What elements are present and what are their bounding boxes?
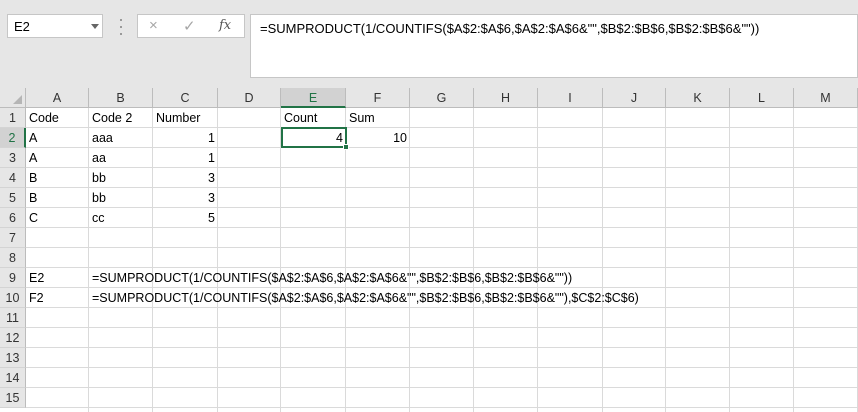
fill-handle[interactable] (343, 144, 349, 150)
cell-b3[interactable]: aa (89, 148, 153, 168)
cell-f1[interactable]: Sum (346, 108, 410, 128)
cell-c2[interactable]: 1 (153, 128, 218, 148)
cell-b10[interactable]: =SUMPRODUCT(1/COUNTIFS($A$2:$A$6,$A$2:$A… (89, 288, 639, 308)
row-gridline (26, 347, 858, 348)
cell-a3[interactable]: A (26, 148, 89, 168)
cell-a2[interactable]: A (26, 128, 89, 148)
row-gridline (26, 387, 858, 388)
column-header-d[interactable]: D (218, 88, 281, 108)
row-header-10[interactable]: 10 (0, 288, 26, 308)
column-header-m[interactable]: M (794, 88, 858, 108)
cell-a10[interactable]: F2 (26, 288, 89, 308)
row-header-15[interactable]: 15 (0, 388, 26, 408)
name-box[interactable]: E2 (7, 14, 103, 38)
row-header-7[interactable]: 7 (0, 228, 26, 248)
row-gridline (26, 407, 858, 408)
select-all-triangle-icon (13, 95, 22, 104)
insert-function-icon[interactable]: fx (219, 18, 231, 33)
cell-b9[interactable]: =SUMPRODUCT(1/COUNTIFS($A$2:$A$6,$A$2:$A… (89, 268, 572, 288)
cell-b4[interactable]: bb (89, 168, 153, 188)
column-header-i[interactable]: I (538, 88, 603, 108)
row-header-1[interactable]: 1 (0, 108, 26, 128)
worksheet-grid[interactable]: A B C D E F G H I J K L M 1 2 3 4 5 6 7 8 9 10 11 12 13 14 15 Code Co… (0, 88, 858, 412)
row-header-3[interactable]: 3 (0, 148, 26, 168)
cell-b6[interactable]: cc (89, 208, 153, 228)
cell-c1[interactable]: Number (153, 108, 218, 128)
cell-a6[interactable]: C (26, 208, 89, 228)
column-header-j[interactable]: J (603, 88, 666, 108)
row-header-8[interactable]: 8 (0, 248, 26, 268)
row-header-13[interactable]: 13 (0, 348, 26, 368)
cell-a1[interactable]: Code (26, 108, 89, 128)
formula-text: =SUMPRODUCT(1/COUNTIFS($A$2:$A$6,$A$2:$A… (260, 21, 760, 36)
cell-b5[interactable]: bb (89, 188, 153, 208)
column-header-a[interactable]: A (26, 88, 89, 108)
formula-bar-area: E2 × ✓ fx =SUMPRODUCT(1/COUNTIFS($A$2:$A… (0, 0, 858, 88)
row-header-5[interactable]: 5 (0, 188, 26, 208)
cell-b2[interactable]: aaa (89, 128, 153, 148)
row-header-11[interactable]: 11 (0, 308, 26, 328)
cancel-icon[interactable]: × (149, 17, 158, 34)
column-header-k[interactable]: K (666, 88, 730, 108)
formula-buttons: × ✓ fx (137, 14, 245, 38)
row-header-9[interactable]: 9 (0, 268, 26, 288)
row-gridline (26, 247, 858, 248)
name-box-value: E2 (14, 19, 30, 34)
row-header-6[interactable]: 6 (0, 208, 26, 228)
active-cell-border (281, 127, 347, 148)
cell-e1[interactable]: Count (281, 108, 346, 128)
cell-c6[interactable]: 5 (153, 208, 218, 228)
select-all-button[interactable] (0, 88, 26, 108)
column-header-g[interactable]: G (410, 88, 474, 108)
cell-a9[interactable]: E2 (26, 268, 89, 288)
cell-c3[interactable]: 1 (153, 148, 218, 168)
cell-a5[interactable]: B (26, 188, 89, 208)
cell-c5[interactable]: 3 (153, 188, 218, 208)
row-header-4[interactable]: 4 (0, 168, 26, 188)
row-gridline (26, 367, 858, 368)
column-header-e[interactable]: E (281, 88, 346, 108)
drag-handle-icon[interactable] (118, 14, 124, 38)
column-header-l[interactable]: L (730, 88, 794, 108)
enter-icon[interactable]: ✓ (183, 17, 196, 35)
cell-b1[interactable]: Code 2 (89, 108, 153, 128)
row-header-14[interactable]: 14 (0, 368, 26, 388)
formula-input[interactable]: =SUMPRODUCT(1/COUNTIFS($A$2:$A$6,$A$2:$A… (250, 14, 858, 78)
column-header-f[interactable]: F (346, 88, 410, 108)
column-header-c[interactable]: C (153, 88, 218, 108)
cell-a4[interactable]: B (26, 168, 89, 188)
column-header-h[interactable]: H (474, 88, 538, 108)
row-gridline (26, 327, 858, 328)
chevron-down-icon[interactable] (91, 24, 99, 29)
cell-f2[interactable]: 10 (346, 128, 410, 148)
cell-c4[interactable]: 3 (153, 168, 218, 188)
column-header-b[interactable]: B (89, 88, 153, 108)
row-header-12[interactable]: 12 (0, 328, 26, 348)
row-header-2[interactable]: 2 (0, 128, 26, 148)
